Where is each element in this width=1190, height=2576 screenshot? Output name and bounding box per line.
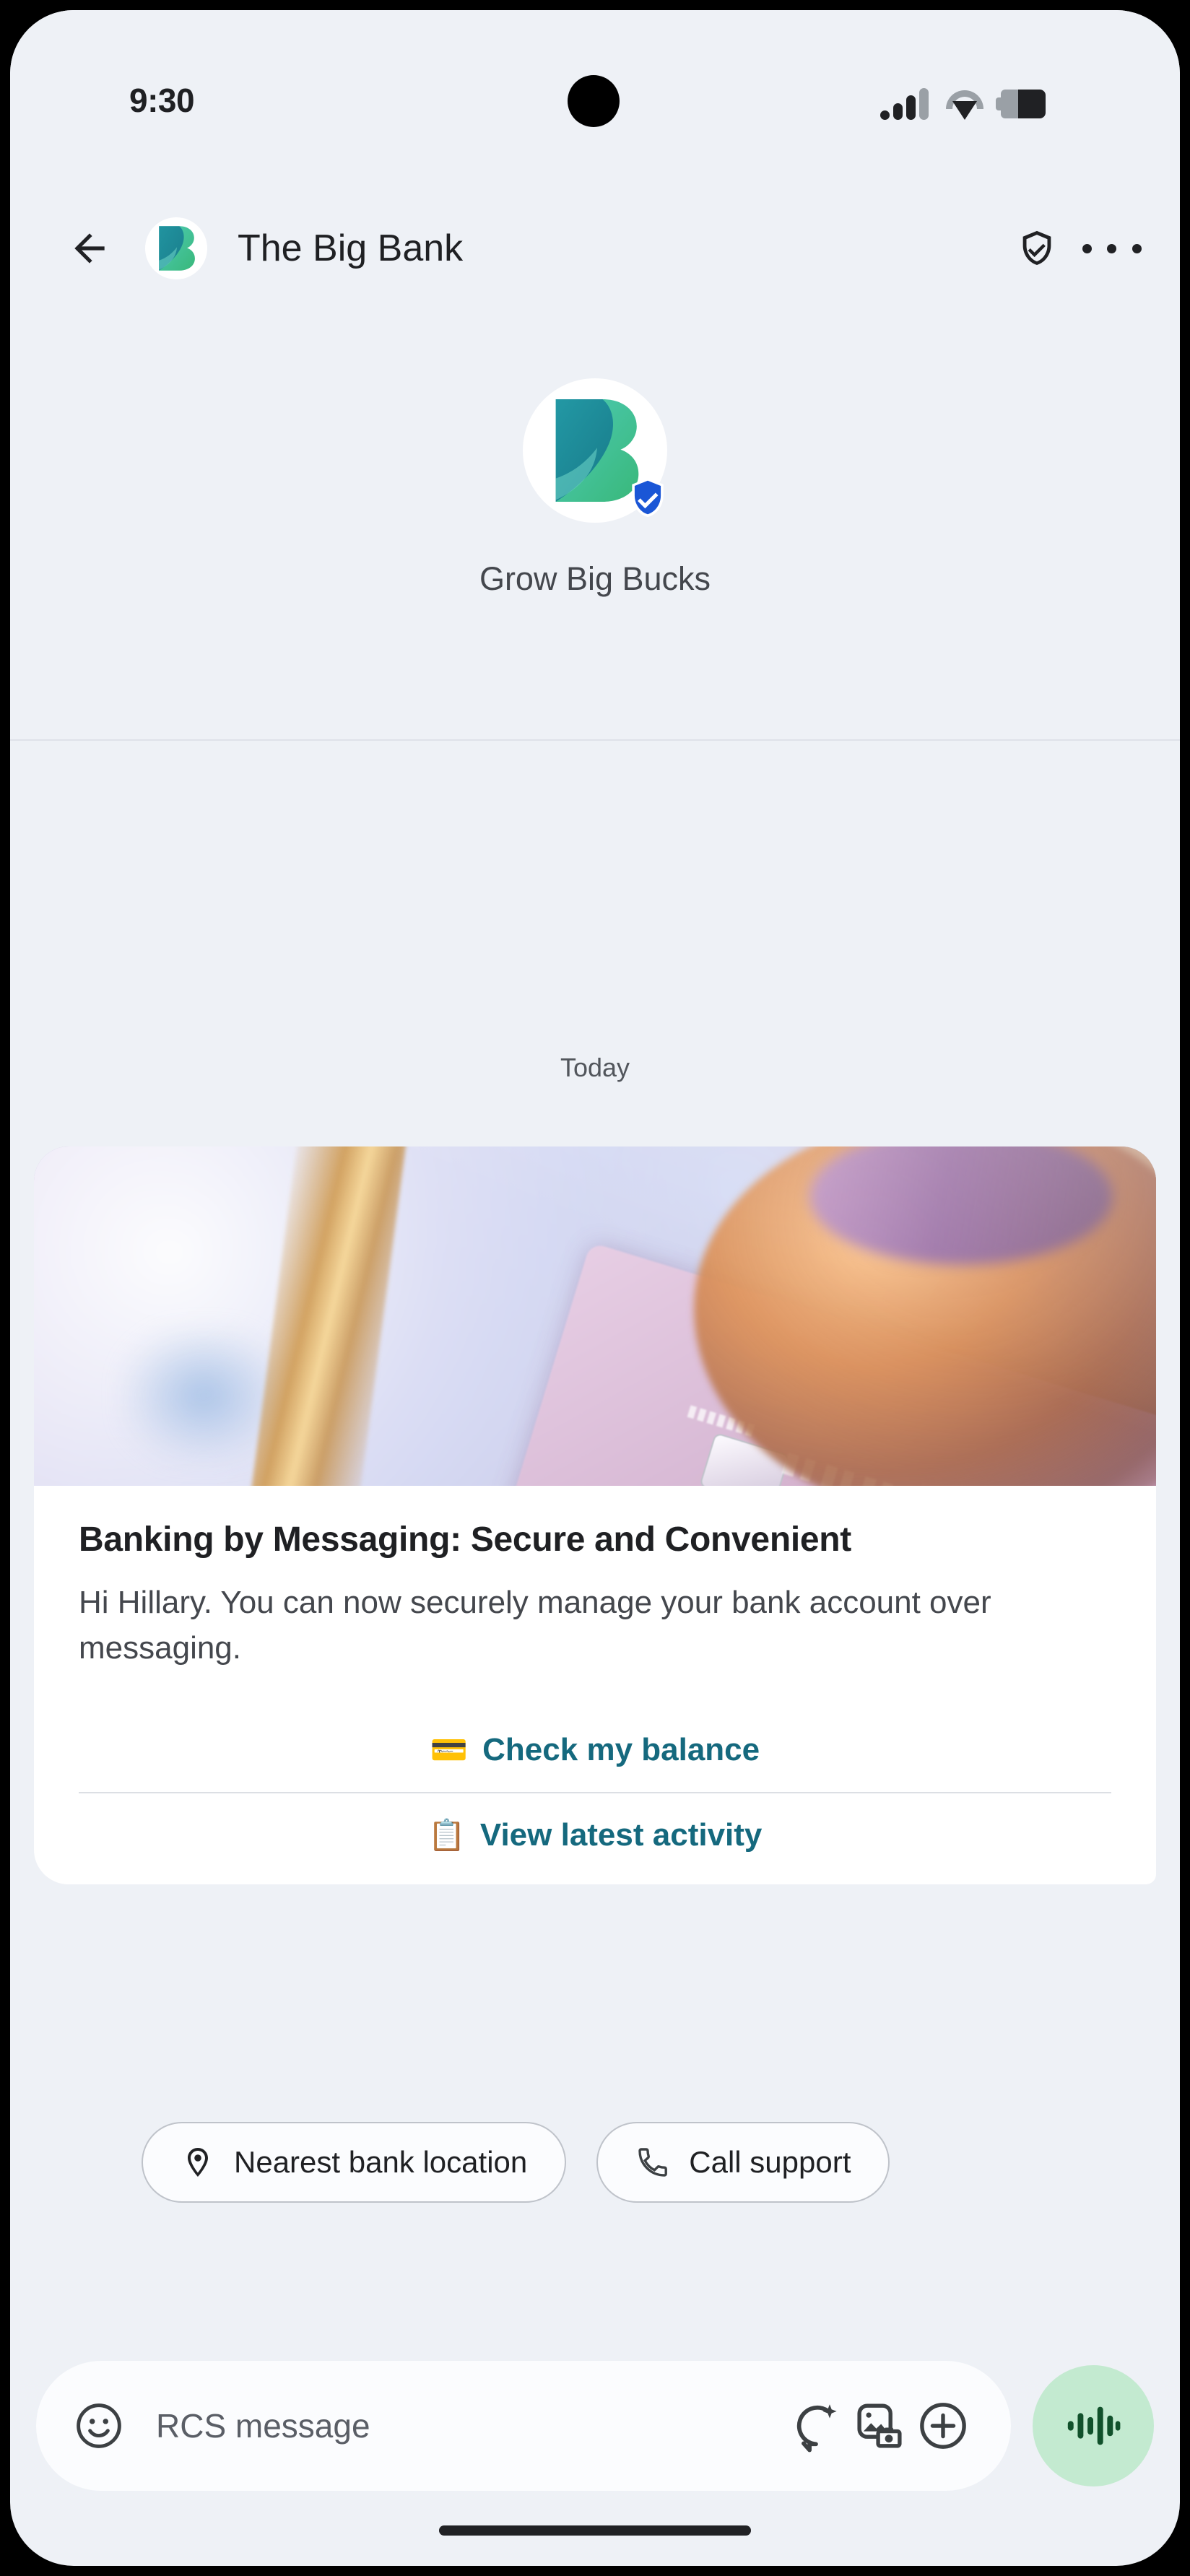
rich-card[interactable]: Banking by Messaging: Secure and Conveni… — [34, 1146, 1156, 1885]
chip-label: Call support — [689, 2145, 851, 2179]
verified-business-button[interactable] — [999, 211, 1074, 286]
message-composer: RCS message — [10, 2355, 1180, 2497]
verified-shield-badge — [632, 478, 664, 518]
emoji-smiley-icon — [77, 2403, 121, 2448]
card-description: Hi Hillary. You can now securely manage … — [79, 1585, 991, 1666]
back-arrow-icon — [74, 233, 105, 264]
message-input-pill[interactable]: RCS message — [36, 2361, 1011, 2491]
card-body: Banking by Messaging: Secure and Conveni… — [34, 1486, 1156, 1884]
location-pin-icon — [188, 2148, 208, 2177]
wifi-icon — [946, 89, 983, 120]
card-action-label: View latest activity — [479, 1817, 763, 1853]
voice-waveform-icon — [1067, 2406, 1121, 2445]
suggestion-chip-row: Nearest bank location Call support — [10, 2122, 1180, 2203]
app-bar: The Big Bank — [10, 183, 1180, 313]
verified-badge — [625, 475, 670, 520]
status-icon-group — [880, 79, 1046, 129]
chip-nearest-bank-location[interactable]: Nearest bank location — [142, 2122, 567, 2203]
phone-icon — [638, 2148, 668, 2177]
shield-check-icon — [1022, 230, 1051, 265]
gallery-camera-button[interactable] — [848, 2394, 911, 2458]
credit-card-emoji: 💳 — [430, 1732, 469, 1767]
magic-compose-button[interactable] — [784, 2394, 848, 2458]
chip-call-support[interactable]: Call support — [596, 2122, 890, 2203]
big-bank-logo — [159, 226, 195, 271]
card-action-view-activity[interactable]: 📋 View latest activity — [79, 1793, 1111, 1877]
more-options-button[interactable] — [1074, 211, 1150, 286]
phone-screen: 9:30 The Big Bank Grow Big Bucks Today B… — [10, 10, 1180, 2566]
phone-frame: 9:30 The Big Bank Grow Big Bucks Today B… — [0, 0, 1190, 2576]
emoji-button[interactable] — [72, 2399, 126, 2453]
gesture-home-indicator[interactable] — [439, 2525, 751, 2536]
chip-label: Nearest bank location — [234, 2145, 528, 2179]
avatar[interactable] — [145, 217, 207, 279]
status-clock: 9:30 — [129, 82, 195, 119]
message-input[interactable]: RCS message — [156, 2406, 784, 2445]
day-divider: Today — [560, 1053, 630, 1082]
status-bar: 9:30 — [10, 10, 1180, 155]
voice-message-button[interactable] — [1033, 2365, 1154, 2486]
page-title: The Big Bank — [238, 227, 464, 269]
brand-intro-section: Grow Big Bucks — [10, 313, 1180, 741]
back-button[interactable] — [50, 209, 129, 288]
card-action-check-balance[interactable]: 💳 Check my balance — [79, 1708, 1111, 1792]
magic-compose-icon — [796, 2404, 837, 2453]
card-title: Banking by Messaging: Secure and Conveni… — [79, 1520, 851, 1559]
more-vert-icon — [1082, 243, 1092, 253]
card-action-list: 💳 Check my balance 📋 View latest activit… — [79, 1708, 1111, 1884]
battery-icon — [996, 90, 1046, 118]
plus-circle-icon — [920, 2403, 966, 2449]
clipboard-emoji: 📋 — [427, 1817, 466, 1852]
brand-avatar[interactable] — [523, 378, 667, 523]
camera-punch-hole — [568, 75, 620, 127]
card-media-image — [34, 1146, 1156, 1486]
gallery-camera-icon — [857, 2403, 902, 2448]
add-attachment-button[interactable] — [911, 2394, 975, 2458]
brand-tagline: Grow Big Bucks — [479, 560, 711, 597]
card-action-label: Check my balance — [482, 1732, 760, 1768]
signal-icon — [880, 88, 929, 120]
